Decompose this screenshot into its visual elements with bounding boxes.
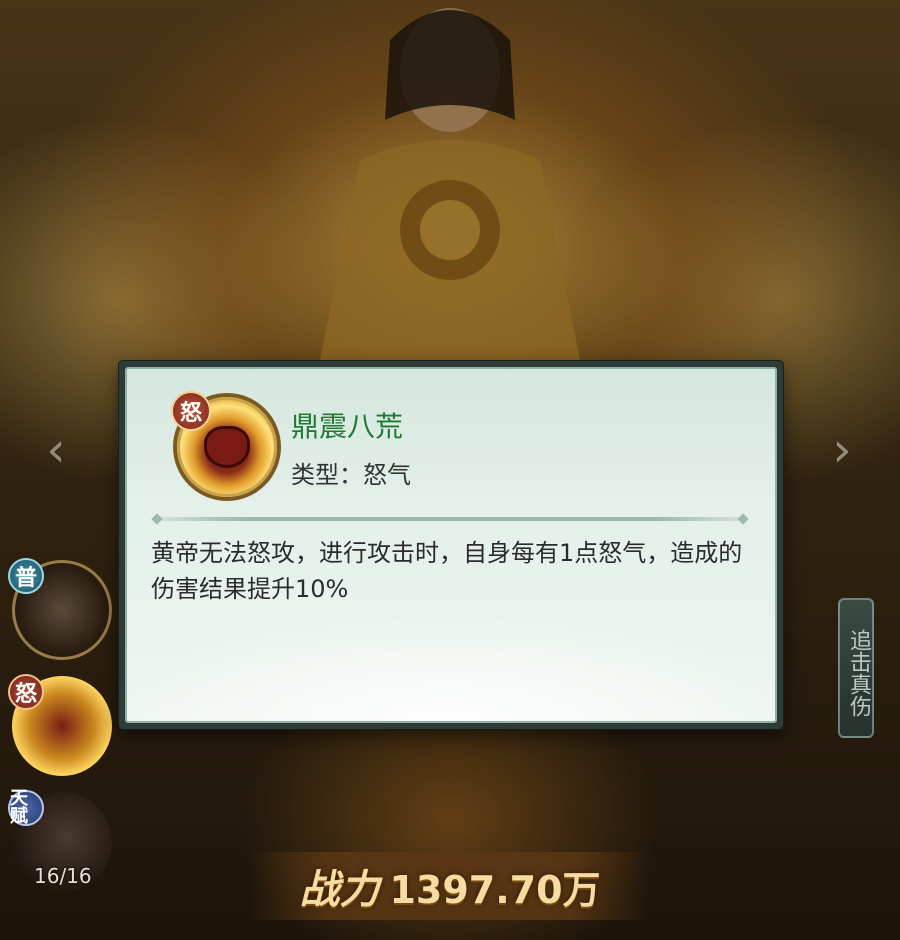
talent-badge: 天赋 — [8, 790, 44, 826]
skill-name: 鼎震八荒 — [291, 410, 404, 443]
arrow-left-icon[interactable]: ‹ — [34, 420, 78, 480]
divider — [155, 517, 745, 521]
skill-type-value: 怒气 — [363, 461, 411, 489]
skill-type-prefix: 类型： — [291, 461, 363, 489]
rage-skill-badge: 怒 — [8, 674, 44, 710]
combat-power-bar: 战力 1397.70万 — [250, 852, 650, 920]
skill-icon-wrap: 怒 — [171, 391, 279, 499]
talent-counter: 16/16 — [34, 864, 92, 888]
arrow-right-icon[interactable]: › — [820, 420, 864, 480]
skill-info-panel: 怒 鼎震八荒 类型：怒气 黄帝无法怒攻，进行攻击时，自身每有1点怒气，造成的伤害… — [125, 367, 777, 723]
skill-type: 类型：怒气 — [291, 455, 411, 490]
skill-description: 黄帝无法怒攻，进行攻击时，自身每有1点怒气，造成的伤害结果提升10% — [151, 539, 743, 603]
combat-power-value: 1397.70万 — [389, 867, 601, 912]
pursuit-damage-tag[interactable]: 追击真伤 — [838, 598, 874, 738]
skill-info-dialog[interactable]: 怒 鼎震八荒 类型：怒气 黄帝无法怒攻，进行攻击时，自身每有1点怒气，造成的伤害… — [119, 361, 783, 729]
normal-skill-badge: 普 — [8, 558, 44, 594]
combat-power-label: 战力 — [299, 866, 380, 913]
rage-badge-icon: 怒 — [171, 391, 211, 431]
